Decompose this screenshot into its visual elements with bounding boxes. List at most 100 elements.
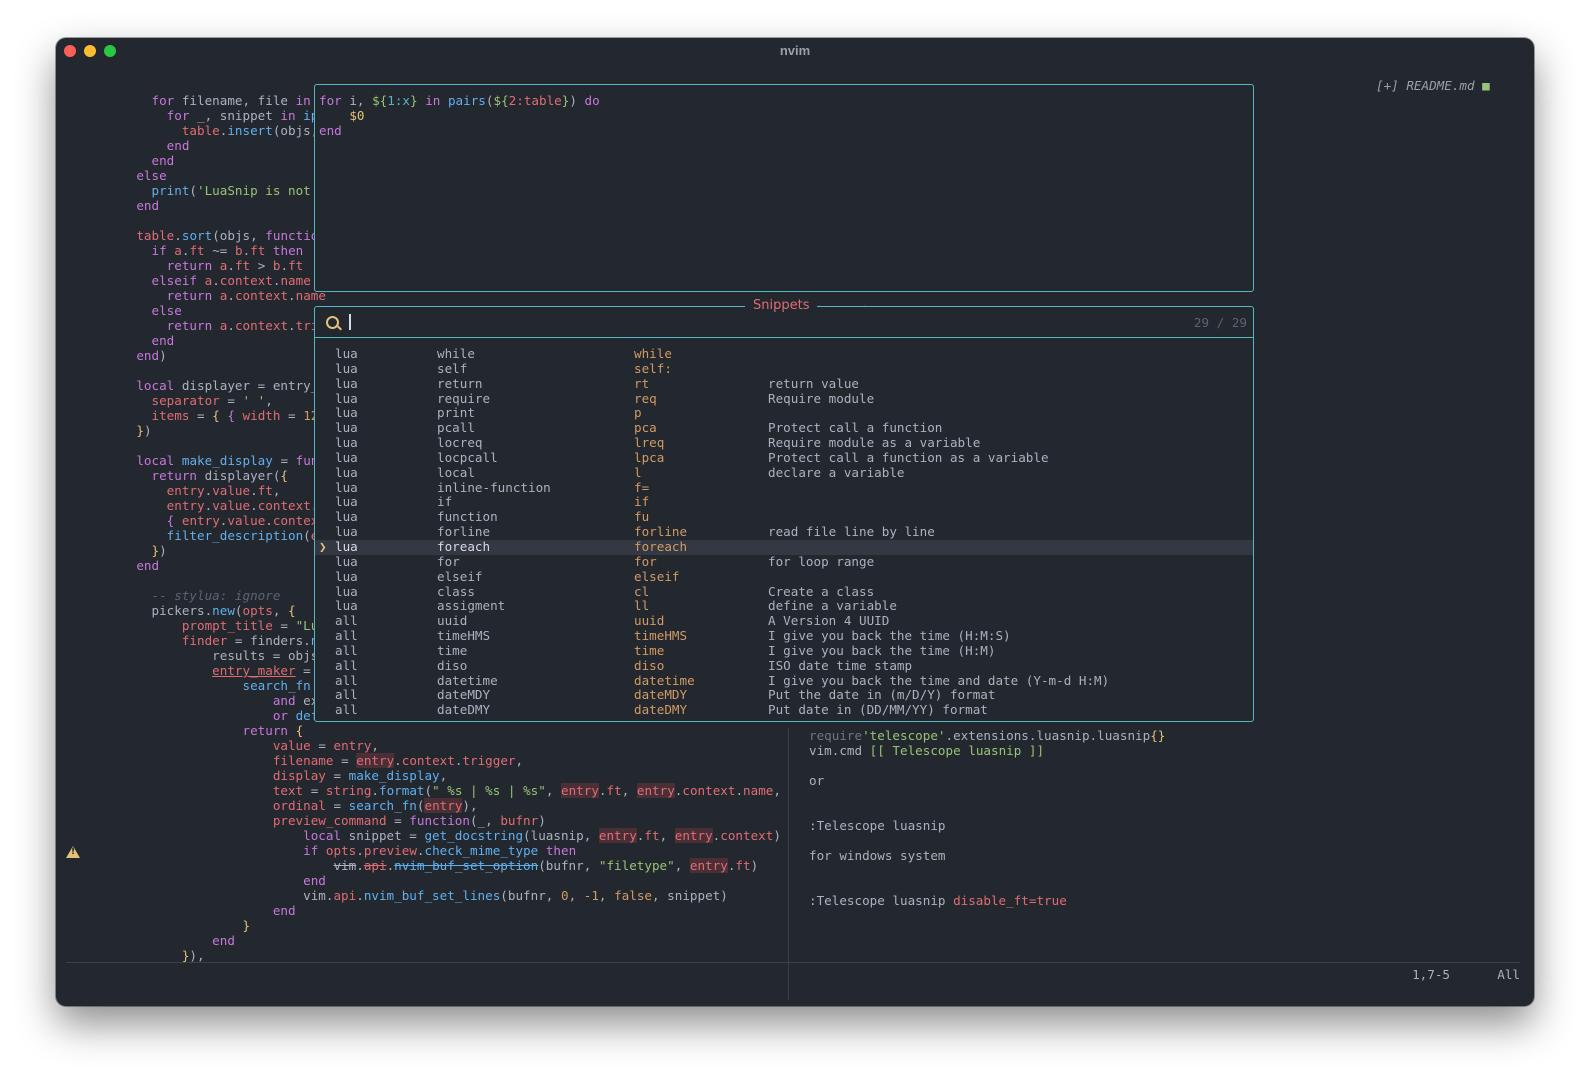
snippet-filetype: lua [335,435,358,451]
code-token: ( [234,603,243,618]
code-token: ${ [372,93,388,108]
result-count: 29 / 29 [1193,315,1247,330]
snippet-row-assigment[interactable]: lua assigment ll define a variable [315,598,1253,614]
snippet-trigger: dateMDY [634,687,688,703]
snippet-row-function[interactable]: lua function fu [315,509,1253,525]
snippet-row-time[interactable]: all time time I give you back the time (H:M… [315,643,1253,659]
snippet-name: return [437,375,483,391]
snippet-row-dateMDY[interactable]: all dateMDY dateMDY Put the date in (m/D/Y)… [315,688,1253,703]
warning-icon[interactable] [66,846,80,858]
snippet-row-if[interactable]: lua if if [315,495,1253,510]
snippet-row-require[interactable]: lua require req Require module [315,391,1253,407]
snippet-row-for[interactable]: lua for for for loop range [315,553,1253,570]
search-input[interactable] [355,311,1059,333]
code-token: string [325,783,372,798]
code-token: entry [674,828,713,843]
zoom-button[interactable] [104,45,116,57]
snippet-row-local[interactable]: lua local l declare a variable [315,465,1253,481]
snippet-name: elseif [437,568,483,584]
code-token: end [212,933,235,948]
code-line: if opts.preview.check_mime_type then [106,843,781,858]
code-token: table [136,228,175,243]
code-token: . [356,888,364,903]
snippet-description: A Version 4 UUID [768,613,890,629]
buffer-name[interactable]: [+] README.md ■ [1376,78,1490,93]
code-token: } [242,918,251,933]
snippet-trigger: for [634,553,657,569]
snippet-preview-window: for i, ${1:x} in pairs(${2:table}) do $0… [314,84,1254,292]
code-token: . [371,783,379,798]
code-token: ( [424,783,433,798]
code-token: , [621,783,637,798]
code-token: = [333,753,357,768]
snippet-row-pcall[interactable]: lua pcall pca Protect call a function [315,420,1253,436]
snippet-row-dateDMY[interactable]: all dateDMY dateDMY Put date in (DD/MM/YY) … [315,702,1253,718]
snippet-row-print[interactable]: lua print p [315,406,1253,421]
code-token: ) [750,858,759,873]
code-line: filename = entry.context.trigger, [106,753,781,768]
minimize-button[interactable] [84,45,96,57]
snippet-row-locreq[interactable]: lua locreq lreq Require module as a variabl… [315,435,1253,451]
readme-pane-lower[interactable]: require'telescope'.extensions.luasnip.lu… [809,728,1165,908]
code-token: entry [636,783,675,798]
code-token: return [166,288,213,303]
code-token: } [151,543,160,558]
split-divider[interactable] [788,728,789,1000]
code-line: $0 [319,108,600,123]
code-token: (bufnr, [538,858,599,873]
code-token: ) [143,423,152,438]
code-token: , [371,738,379,753]
code-token: entry [424,798,463,813]
snippet-row-diso[interactable]: all diso diso ISO date time stamp [315,658,1253,674]
code-token: . [280,258,289,273]
snippet-row-datetime[interactable]: all datetime datetime I give you back the t… [315,672,1253,689]
snippet-row-elseif[interactable]: lua elseif elseif [315,568,1253,585]
snippet-row-while[interactable]: lua while while [315,346,1253,362]
snippet-row-class[interactable]: lua class cl Create a class [315,584,1253,600]
code-token: filter_description [166,528,304,543]
snippets-picker[interactable]: Snippets 29 / 29 lua while while lua self sel… [314,298,1254,722]
status-line: 1,7-5 All [66,962,1520,985]
code-token: return [166,318,213,333]
results-list[interactable]: lua while while lua self self: lua return rt retu… [315,346,1253,718]
snippet-row-forline[interactable]: lua forline forline read file line by line [315,524,1253,540]
close-button[interactable] [64,45,76,57]
code-token: disable_ft=true [953,893,1067,908]
code-token: i, [341,93,373,108]
snippet-row-return[interactable]: lua return rt return value [315,375,1253,392]
snippet-row-inline-function[interactable]: lua inline-function f= [315,480,1253,496]
snippet-filetype: lua [335,360,358,376]
snippet-filetype: all [335,628,358,644]
text-cursor [349,314,351,330]
snippet-row-foreach[interactable]: ❯ lua foreach foreach [315,539,1253,555]
code-token: do [584,93,600,108]
code-token: api [333,888,357,903]
snippet-row-self[interactable]: lua self self: [315,360,1253,377]
snippet-row-uuid[interactable]: all uuid uuid A Version 4 UUID [315,613,1253,629]
code-token: prompt_title [181,618,273,633]
code-line: :Telescope luasnip [809,818,1165,833]
snippet-row-timeHMS[interactable]: all timeHMS timeHMS I give you back the tim… [315,628,1253,644]
code-token: results = objs, [106,648,326,663]
snippet-filetype: lua [335,568,358,584]
code-token: ) [538,813,546,828]
code-token: , [545,783,561,798]
snippet-row-locpcall[interactable]: lua locpcall lpca Protect call a function a… [315,450,1253,466]
snippet-description: I give you back the time and date (Y-m-d… [768,672,1110,688]
code-token: ft [257,483,273,498]
code-token: vim. [106,888,334,903]
code-token: local [303,828,342,843]
code-token: ) [159,348,167,363]
picker-prompt[interactable]: 29 / 29 [315,307,1253,338]
code-token: context [682,783,736,798]
code-token: if [303,843,319,858]
code-token: = [280,408,304,423]
